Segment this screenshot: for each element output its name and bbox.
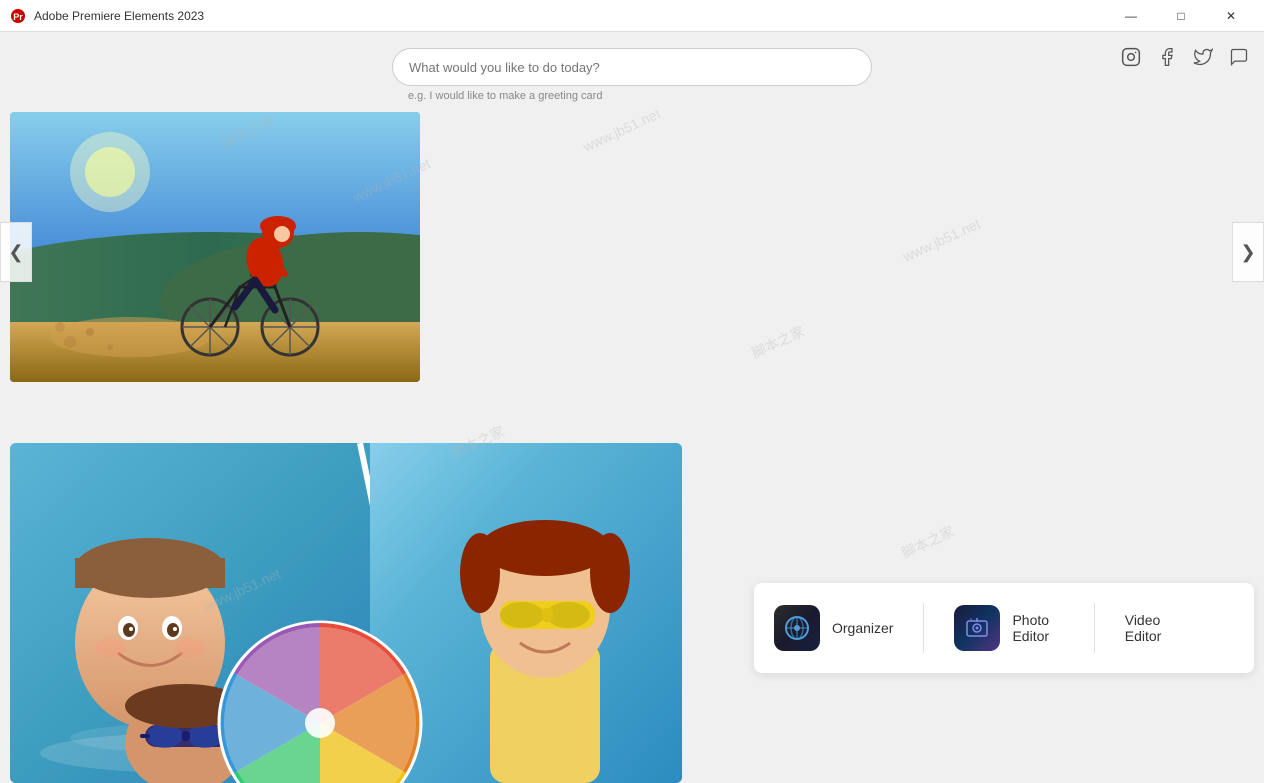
- title-bar-controls: — □ ✕: [1108, 0, 1254, 32]
- search-input[interactable]: [392, 48, 872, 86]
- divider-2: [1094, 603, 1095, 653]
- photo-editor-icon: [954, 605, 1000, 651]
- video-editor-label-1: Video: [1125, 612, 1162, 628]
- title-bar-left: Pr Adobe Premiere Elements 2023: [10, 8, 204, 24]
- collage-svg: [10, 443, 682, 783]
- hero-image: [10, 112, 420, 382]
- minimize-button[interactable]: —: [1108, 0, 1154, 32]
- photo-editor-app-item[interactable]: Photo Editor: [954, 605, 1063, 651]
- social-icons: [1120, 46, 1250, 68]
- photo-editor-label-1: Photo: [1012, 612, 1049, 628]
- photo-editor-label-container: Photo Editor: [1012, 612, 1049, 644]
- app-title: Adobe Premiere Elements 2023: [34, 9, 204, 23]
- video-editor-label-container: Video Editor: [1125, 612, 1162, 644]
- organizer-icon: [774, 605, 820, 651]
- carousel-next-button[interactable]: ❯: [1232, 222, 1264, 282]
- app-logo-icon: Pr: [10, 8, 26, 24]
- search-hint: e.g. I would like to make a greeting car…: [392, 90, 872, 102]
- app-panel: Organizer Photo Editor V: [754, 583, 1254, 673]
- photo-editor-label-2: Editor: [1012, 628, 1049, 644]
- video-editor-label-2: Editor: [1125, 628, 1162, 644]
- divider-1: [923, 603, 924, 653]
- facebook-icon[interactable]: [1156, 46, 1178, 68]
- bicycle-scene-svg: [10, 112, 420, 382]
- main-area: e.g. I would like to make a greeting car…: [0, 32, 1264, 783]
- organizer-app-item[interactable]: Organizer: [774, 605, 893, 651]
- carousel-prev-button[interactable]: ❮: [0, 222, 32, 282]
- twitter-icon[interactable]: [1192, 46, 1214, 68]
- title-bar: Pr Adobe Premiere Elements 2023 — □ ✕: [0, 0, 1264, 32]
- search-container: e.g. I would like to make a greeting car…: [392, 48, 872, 102]
- close-button[interactable]: ✕: [1208, 0, 1254, 32]
- chat-icon[interactable]: [1228, 46, 1250, 68]
- hero-image-section: [0, 112, 1264, 392]
- watermark-8: 脚本之家: [898, 521, 957, 563]
- svg-text:Pr: Pr: [13, 12, 23, 22]
- video-editor-app-item[interactable]: Video Editor: [1125, 612, 1234, 644]
- organizer-label: Organizer: [832, 620, 893, 636]
- maximize-button[interactable]: □: [1158, 0, 1204, 32]
- bottom-collage: [10, 443, 682, 783]
- instagram-icon[interactable]: [1120, 46, 1142, 68]
